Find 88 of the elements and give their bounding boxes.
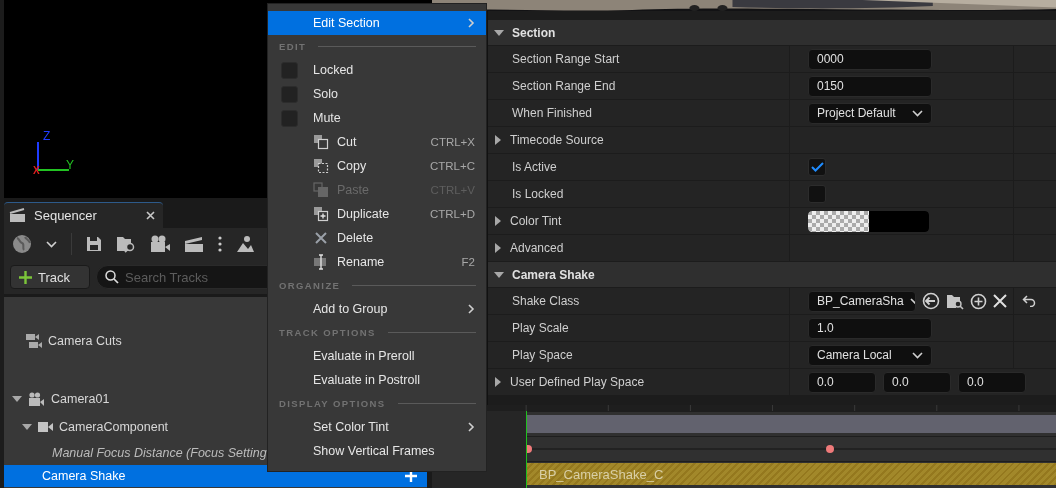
clapperboard-icon — [9, 208, 26, 223]
menu-item[interactable]: Set Color Tint — [268, 415, 486, 439]
movie-camera-icon[interactable] — [150, 235, 170, 253]
number-field[interactable]: 0.0 — [958, 371, 1026, 393]
expand-arrow-icon[interactable] — [494, 243, 502, 253]
reset-arrow-icon[interactable] — [1022, 295, 1036, 307]
more-options-icon[interactable] — [218, 236, 222, 252]
property-label: User Defined Play Space — [510, 375, 645, 389]
add-track-button[interactable]: Track — [10, 265, 90, 289]
property-label: Shake Class — [512, 294, 580, 308]
hierarchy-icon[interactable] — [236, 235, 254, 253]
menu-item[interactable]: Edit Section — [268, 11, 486, 35]
video-camera-icon — [38, 421, 53, 433]
sequencer-tab[interactable]: Sequencer — [4, 202, 163, 228]
use-selected-icon[interactable] — [922, 292, 940, 310]
shortcut-label: CTRL+C — [429, 160, 475, 172]
save-icon[interactable] — [86, 236, 102, 252]
clear-icon[interactable] — [993, 294, 1007, 308]
axis-label: Z — [43, 130, 51, 142]
dropdown[interactable]: Camera Local — [808, 344, 932, 366]
menu-item[interactable]: Cut CTRL+X — [268, 130, 486, 154]
menu-item[interactable]: Duplicate CTRL+D — [268, 202, 486, 226]
property-label: Advanced — [510, 241, 564, 255]
property-label: Play Scale — [512, 321, 569, 335]
camera-actor-icon — [28, 391, 45, 407]
dropdown[interactable]: BP_CameraSha — [808, 290, 916, 312]
shortcut-label: CTRL+D — [429, 208, 475, 220]
menu-item[interactable]: Show Vertical Frames — [268, 439, 486, 463]
menu-item[interactable]: Evaluate in Postroll — [268, 368, 486, 392]
property-label: Is Locked — [512, 187, 564, 201]
checkbox[interactable] — [808, 185, 826, 203]
number-field[interactable]: 0150 — [808, 75, 932, 97]
number-field[interactable]: 0.0 — [808, 371, 876, 393]
clapperboard-icon[interactable] — [184, 235, 204, 253]
menu-heading: ORGANIZE — [279, 280, 341, 291]
section-header[interactable]: Section — [488, 20, 1056, 46]
plus-icon — [19, 270, 32, 284]
close-icon[interactable] — [146, 211, 155, 220]
chevron-icon — [467, 422, 475, 432]
chevron-icon — [467, 304, 475, 314]
chevron-icon — [467, 18, 475, 28]
checkbox[interactable] — [808, 158, 826, 176]
property-label: Section Range Start — [512, 52, 620, 66]
axis-label: X — [33, 166, 40, 176]
property-label: Is Active — [512, 160, 557, 174]
menu-heading: DISPLAY OPTIONS — [279, 398, 386, 409]
shortcut-label: F2 — [461, 256, 475, 268]
menu-item[interactable]: Solo — [268, 82, 486, 106]
rename-icon — [313, 254, 329, 270]
collapse-arrow-icon[interactable] — [12, 395, 22, 403]
number-field[interactable]: 1.0 — [808, 317, 932, 339]
axis-label: Y — [66, 159, 74, 171]
search-icon — [105, 270, 119, 284]
menu-item[interactable]: Evaluate in Preroll — [268, 344, 486, 368]
expand-arrow-icon[interactable] — [494, 135, 502, 145]
section-header[interactable]: Camera Shake — [488, 262, 1056, 288]
collapse-arrow-icon[interactable] — [494, 28, 504, 37]
number-field[interactable]: 0.0 — [883, 371, 951, 393]
property-label: Section Range End — [512, 79, 616, 93]
color-swatch[interactable] — [808, 210, 929, 232]
menu-heading: TRACK OPTIONS — [279, 327, 376, 338]
delete-icon — [313, 230, 329, 246]
expand-arrow-icon[interactable] — [494, 377, 502, 387]
menu-item[interactable]: Locked — [268, 58, 486, 82]
browse-folder-icon[interactable] — [116, 235, 136, 253]
expand-arrow-icon[interactable] — [494, 216, 502, 226]
paste-icon — [313, 182, 329, 198]
menu-heading: EDIT — [279, 41, 307, 52]
collapse-arrow-icon[interactable] — [22, 423, 32, 431]
menu-item[interactable]: Delete — [268, 226, 486, 250]
number-field[interactable]: 0000 — [808, 48, 932, 70]
cut-icon — [313, 134, 329, 150]
duplicate-icon — [313, 206, 329, 222]
add-icon[interactable] — [970, 292, 987, 310]
property-label: Play Space — [512, 348, 573, 362]
menu-item[interactable]: Copy CTRL+C — [268, 154, 486, 178]
globe-icon[interactable] — [12, 234, 32, 254]
browse-folder-icon[interactable] — [946, 292, 964, 310]
dropdown[interactable]: Project Default — [808, 102, 932, 124]
camera-cuts-icon — [26, 333, 42, 349]
property-label: Timecode Source — [510, 133, 604, 147]
menu-item[interactable]: Mute — [268, 106, 486, 130]
property-label: When Finished — [512, 106, 593, 120]
menu-item[interactable]: Add to Group — [268, 297, 486, 321]
shortcut-label: CTRL+X — [430, 136, 475, 148]
property-label: Color Tint — [510, 214, 562, 228]
collapse-arrow-icon[interactable] — [494, 270, 504, 279]
copy-icon — [313, 158, 329, 174]
